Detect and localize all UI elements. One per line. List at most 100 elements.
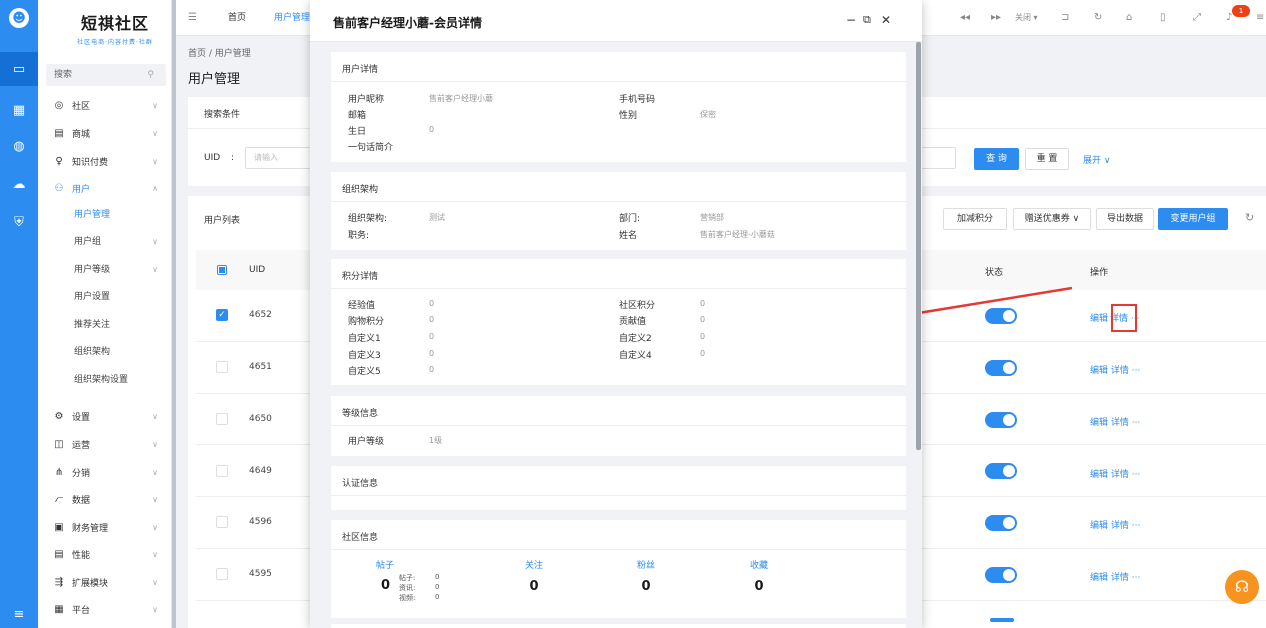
row-checkbox[interactable] <box>216 465 228 477</box>
chevron-down-icon: ∨ <box>152 522 158 532</box>
sidebar-sub-org[interactable]: 组织架构 <box>38 339 172 365</box>
posts-link[interactable]: 帖子 <box>376 558 394 571</box>
bell-icon[interactable]: ♪ <box>1226 12 1232 23</box>
status-toggle[interactable] <box>990 618 1014 622</box>
sidebar-sub-org-settings[interactable]: 组织架构设置 <box>38 367 172 393</box>
row-checkbox[interactable] <box>216 413 228 425</box>
query-button[interactable]: 查 询 <box>974 148 1019 170</box>
more-link[interactable]: ··· <box>1132 366 1141 376</box>
sidebar-item-performance[interactable]: ▤ 性能 ∨ <box>38 541 172 567</box>
gender-label: 性别 <box>619 111 638 121</box>
sidebar-item-extend[interactable]: ⇶ 扩展模块 ∨ <box>38 569 172 595</box>
breadcrumb-home[interactable]: 首页 <box>188 49 206 59</box>
sidebar-search-input[interactable]: 搜索 ⚲ <box>46 64 166 86</box>
edit-link[interactable]: 编辑 <box>1090 418 1108 428</box>
section-title: 组织架构 <box>342 185 379 195</box>
tab-home[interactable]: 首页 <box>228 0 246 36</box>
scroll-right-icon[interactable]: ▸▸ <box>991 12 1001 23</box>
detail-link[interactable]: 详情 <box>1111 521 1129 531</box>
menu-fold-icon[interactable]: ☰ <box>188 12 197 23</box>
close-tabs-dropdown[interactable]: 关闭 ▾ <box>1015 12 1038 23</box>
points-value: 0 <box>700 332 706 341</box>
edit-link[interactable]: 编辑 <box>1090 314 1108 324</box>
divider <box>331 81 906 82</box>
points-value: 0 <box>429 299 435 308</box>
shield-icon[interactable]: ⛨ <box>9 212 29 232</box>
follow-stat[interactable]: 关注 0 <box>504 558 564 594</box>
sidebar-item-distribution[interactable]: ⋔ 分销 ∨ <box>38 459 172 485</box>
sidebar-sub-user-settings[interactable]: 用户设置 <box>38 284 172 310</box>
sidebar-sub-user-group[interactable]: 用户组 ∨ <box>38 229 172 255</box>
status-toggle[interactable] <box>985 567 1017 583</box>
export-button[interactable]: 导出数据 <box>1096 208 1154 230</box>
sidebar-item-user[interactable]: ⚇ 用户 ∧ <box>38 175 172 201</box>
status-toggle[interactable] <box>985 515 1017 531</box>
row-checkbox[interactable]: ✓ <box>216 309 228 321</box>
fullscreen-icon[interactable]: ⤢ <box>1193 12 1201 23</box>
sidebar-item-finance[interactable]: ▣ 财务管理 ∨ <box>38 514 172 540</box>
scroll-left-icon[interactable]: ◂◂ <box>960 12 970 23</box>
send-coupon-button[interactable]: 赠送优惠券 ∨ <box>1013 208 1091 230</box>
refresh-icon[interactable]: ↻ <box>1245 211 1254 224</box>
mobile-icon[interactable]: ▯ <box>1160 12 1166 23</box>
row-checkbox[interactable] <box>216 568 228 580</box>
list-card-title: 用户列表 <box>204 216 241 226</box>
detail-link[interactable]: 详情 <box>1111 366 1129 376</box>
sidebar-item-data[interactable]: ⦧ 数据 ∨ <box>38 486 172 512</box>
edit-link[interactable]: 编辑 <box>1090 573 1108 583</box>
refresh-icon[interactable]: ↻ <box>1094 12 1102 23</box>
expand-link[interactable]: 展开 ∨ <box>1083 153 1110 166</box>
status-toggle[interactable] <box>985 360 1017 376</box>
fans-stat[interactable]: 粉丝 0 <box>616 558 676 594</box>
edit-link[interactable]: 编辑 <box>1090 521 1108 531</box>
sidebar-sub-user-manage[interactable]: 用户管理 <box>38 202 172 228</box>
tab-user-manage[interactable]: 用户管理 <box>274 0 310 36</box>
more-link[interactable]: ··· <box>1132 470 1141 480</box>
sidebar-item-community[interactable]: ◎ 社区 ∨ <box>38 92 172 118</box>
sidebar-sub-recommend[interactable]: 推荐关注 <box>38 312 172 338</box>
adjust-points-button[interactable]: 加减积分 <box>943 208 1007 230</box>
close-icon[interactable]: ✕ <box>881 13 891 27</box>
status-toggle[interactable] <box>985 463 1017 479</box>
modal-scrollbar[interactable] <box>916 42 921 450</box>
sidebar-item-operate[interactable]: ◫ 运营 ∨ <box>38 431 172 457</box>
reset-button[interactable]: 重 置 <box>1025 148 1069 170</box>
back-icon[interactable]: ⊐ <box>1061 12 1069 23</box>
avatar-icon[interactable]: ☻ <box>9 8 29 28</box>
row-checkbox[interactable] <box>216 361 228 373</box>
sidebar-item-knowledge[interactable]: ♀ 知识付费 ∨ <box>38 148 172 174</box>
uid-input[interactable]: 请输入 <box>245 147 315 169</box>
search-field-edge[interactable] <box>916 147 956 169</box>
desktop-icon[interactable]: ▭ <box>0 52 38 86</box>
status-toggle[interactable] <box>985 412 1017 428</box>
uid-colon: : <box>231 153 235 163</box>
minimize-icon[interactable]: − <box>846 13 856 27</box>
change-group-button[interactable]: 变更用户组 <box>1158 208 1228 230</box>
sidebar-item-settings[interactable]: ⚙ 设置 ∨ <box>38 403 172 429</box>
more-link[interactable]: ··· <box>1132 521 1141 531</box>
sidebar-item-label: 用户 <box>72 184 91 195</box>
row-checkbox[interactable] <box>216 516 228 528</box>
select-all-checkbox[interactable] <box>217 265 227 275</box>
edit-link[interactable]: 编辑 <box>1090 366 1108 376</box>
menu-icon[interactable]: ≡ <box>9 604 29 624</box>
sidebar-item-platform[interactable]: ▦ 平台 ∨ <box>38 596 172 622</box>
more-menu-icon[interactable]: ≡ <box>1256 12 1264 23</box>
detail-link[interactable]: 详情 <box>1111 418 1129 428</box>
more-link[interactable]: ··· <box>1132 573 1141 583</box>
home-icon[interactable]: ⌂ <box>1126 12 1132 23</box>
apps-icon[interactable]: ▦ <box>9 100 29 120</box>
more-link[interactable]: ··· <box>1132 418 1141 428</box>
help-chat-icon[interactable]: ☊ <box>1225 570 1259 604</box>
globe-icon[interactable]: ◍ <box>9 136 29 156</box>
edit-link[interactable]: 编辑 <box>1090 470 1108 480</box>
detail-link[interactable]: 详情 <box>1111 573 1129 583</box>
maximize-icon[interactable]: ⧉ <box>863 13 871 27</box>
row-uid: 4652 <box>249 310 272 320</box>
cloud-icon[interactable]: ☁ <box>9 174 29 194</box>
collect-stat[interactable]: 收藏 0 <box>729 558 789 594</box>
detail-link[interactable]: 详情 <box>1111 470 1129 480</box>
sidebar-scrollbar[interactable] <box>172 0 176 628</box>
sidebar-sub-user-level[interactable]: 用户等级 ∨ <box>38 257 172 283</box>
sidebar-item-shop[interactable]: ▤ 商城 ∨ <box>38 120 172 146</box>
